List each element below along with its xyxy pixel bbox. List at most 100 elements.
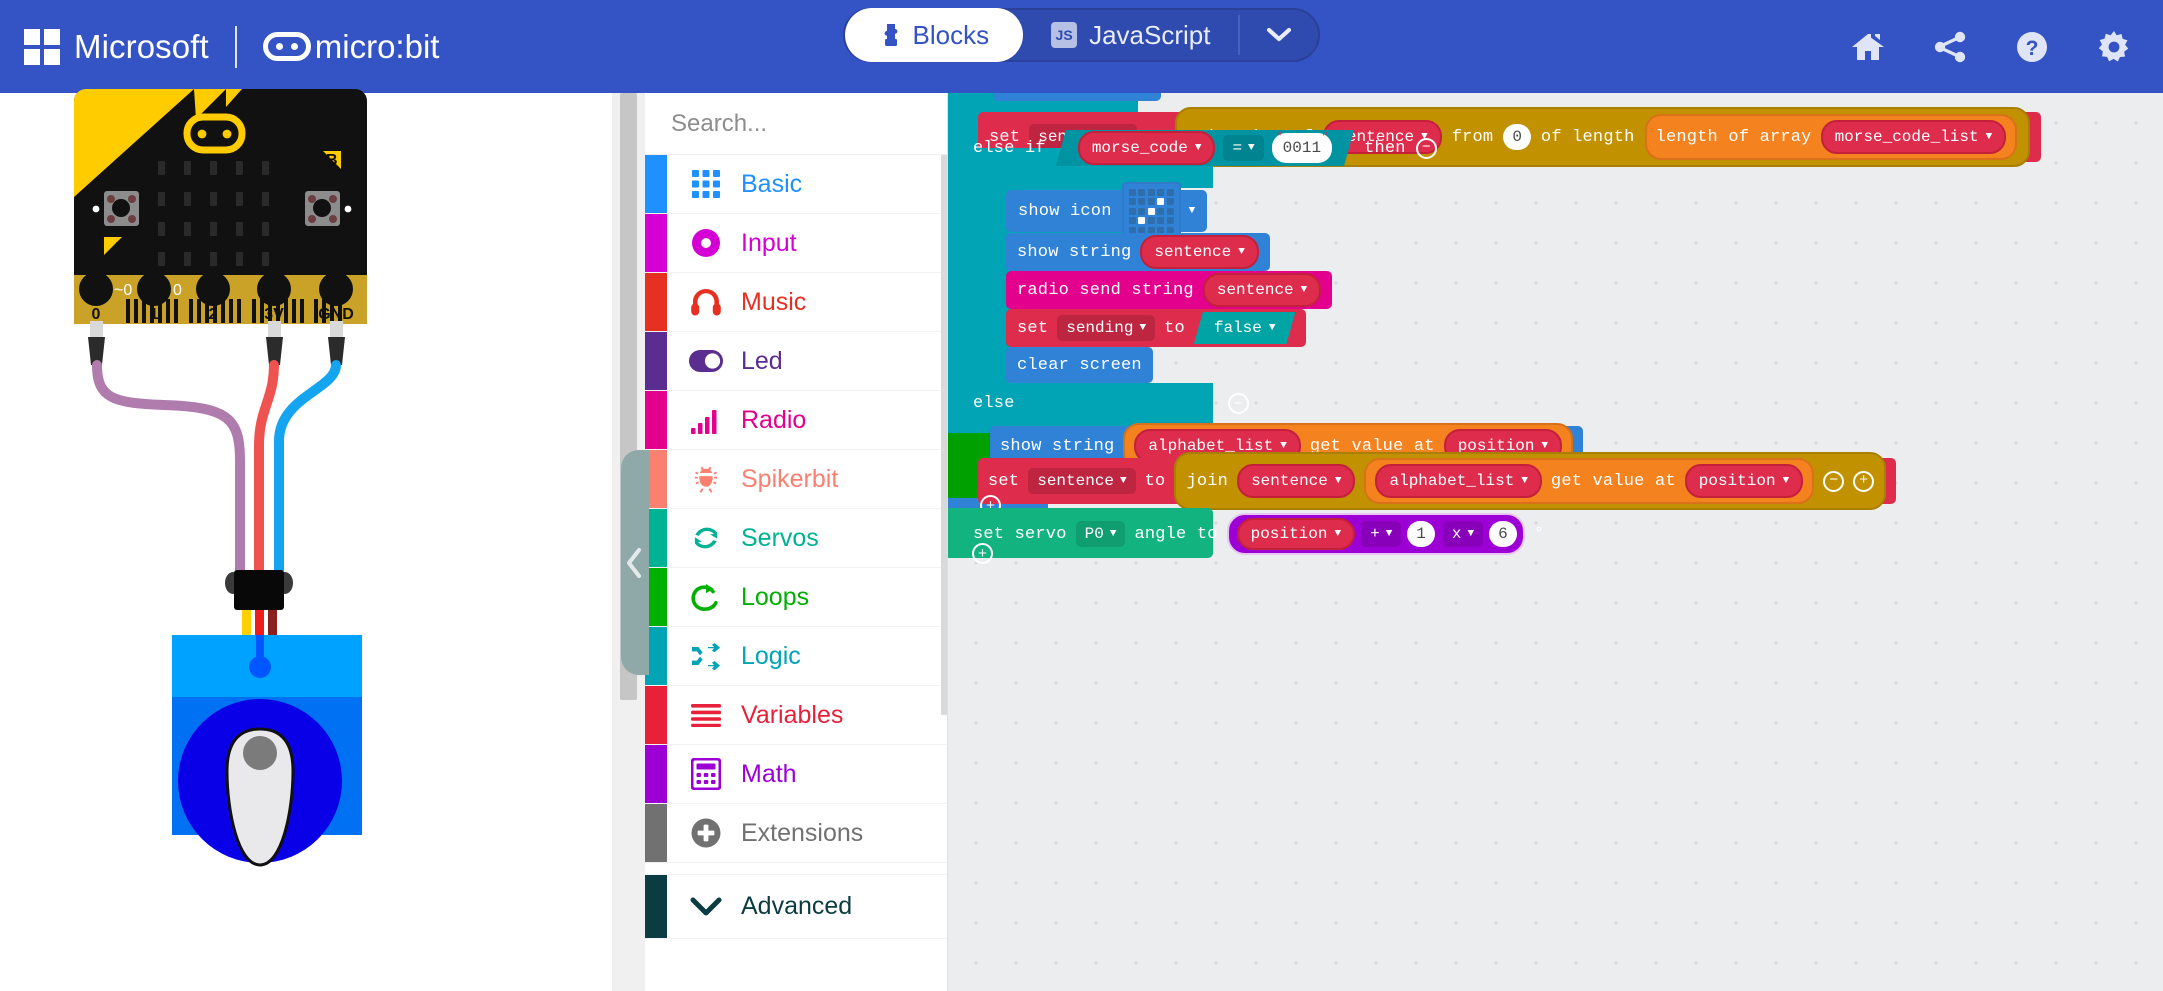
toolbox-category-loops[interactable]: Loops	[645, 568, 947, 627]
variable-dropdown-sentence[interactable]: sentence ▼	[1202, 273, 1322, 307]
boolean-false-dropdown[interactable]: false ▼	[1194, 312, 1296, 344]
question-circle-icon[interactable]: ?	[2013, 28, 2051, 66]
from-value-input[interactable]: 0	[1503, 124, 1531, 150]
variable-dropdown-sentence[interactable]: sentence ▼	[1237, 464, 1356, 498]
toolbox-category-music[interactable]: Music	[645, 273, 947, 332]
tab-blocks[interactable]: Blocks	[844, 8, 1024, 62]
block-radio-send-string[interactable]: radio send string sentence ▼	[1006, 271, 1333, 309]
multiply-operator-dropdown[interactable]: x ▼	[1442, 521, 1484, 547]
search-input[interactable]	[671, 109, 947, 138]
category-label: Logic	[741, 641, 801, 670]
share-icon[interactable]	[1931, 28, 1969, 66]
toolbox-category-logic[interactable]: Logic	[645, 627, 947, 686]
toolbox-category-spikerbit[interactable]: Spikerbit	[645, 450, 947, 509]
language-dropdown-button[interactable]	[1240, 27, 1318, 43]
reporter-join[interactable]: join sentence ▼ alphabet_list ▼ get valu…	[1174, 452, 1887, 510]
block-set-sending-false[interactable]: set sending ▼ to false ▼	[1006, 309, 1307, 347]
block-clear-screen[interactable]: clear screen	[1006, 347, 1153, 383]
toolbox-category-radio[interactable]: Radio	[645, 391, 947, 450]
block-else-branch-row[interactable]: else	[973, 392, 1015, 414]
join-label: join	[1186, 471, 1229, 491]
plus-circle-icon-loop-bottom[interactable]: +	[972, 543, 993, 564]
reporter-get-value-at[interactable]: alphabet_list ▼ get value at position ▼	[1364, 458, 1815, 504]
add-value-input[interactable]: 1	[1407, 521, 1435, 547]
block-else-if-row[interactable]: else if morse_code ▼ = ▼ " 0011 " then −	[973, 127, 1437, 169]
led-cell	[1138, 217, 1146, 224]
to-label: to	[1164, 318, 1185, 338]
microbit-face-icon	[262, 32, 311, 61]
toolbox-category-basic[interactable]: Basic	[645, 155, 947, 214]
category-color-strip	[645, 391, 667, 449]
variable-dropdown-alphabet-list[interactable]: alphabet_list ▼	[1375, 464, 1542, 498]
servo-body	[172, 635, 362, 867]
toolbox-scrollbar[interactable]	[941, 155, 947, 715]
boolean-comparison[interactable]: morse_code ▼ = ▼ " 0011 "	[1056, 130, 1354, 166]
variable-dropdown-position[interactable]: position ▼	[1236, 518, 1356, 550]
toolbox-category-advanced[interactable]: Advanced	[645, 875, 947, 939]
toolbox-category-extensions[interactable]: Extensions	[645, 804, 947, 863]
minus-circle-icon[interactable]: −	[1823, 470, 1845, 492]
simulator-pane: A B 0 1 2 3V GND ~0 0	[0, 89, 612, 991]
button-b	[305, 191, 340, 226]
chevron-down-icon: ▼	[1194, 141, 1202, 154]
variable-dropdown-sending[interactable]: sending ▼	[1057, 315, 1156, 341]
gear-icon[interactable]	[2095, 28, 2133, 66]
editor-mode-tabs: Blocks JS JavaScript	[842, 8, 1321, 62]
variable-dropdown-sentence[interactable]: sentence ▼	[1140, 235, 1259, 269]
multiply-value-input[interactable]: 6	[1489, 521, 1517, 547]
category-label: Math	[741, 759, 797, 788]
minus-circle-icon[interactable]: −	[1228, 393, 1249, 414]
microbit-simulator-board[interactable]: A B 0 1 2 3V GND ~0 0	[74, 89, 574, 909]
toolbox-category-variables[interactable]: Variables	[645, 686, 947, 745]
brand: Microsoft micro:bit	[24, 25, 439, 68]
variable-dropdown-sentence[interactable]: sentence ▼	[1028, 468, 1136, 494]
toolbox-category-servos[interactable]: Servos	[645, 509, 947, 568]
blocks-workspace[interactable]: set sentence ▼ to substring of sentence …	[948, 93, 2163, 991]
category-label: Advanced	[741, 892, 853, 920]
angle-to-label: angle to	[1134, 524, 1218, 544]
svg-text:~0: ~0	[114, 282, 132, 299]
toolbox-search-row	[645, 93, 947, 155]
block-set-servo[interactable]: set servo P0 ▼ angle to position ▼ + ▼ 1…	[973, 513, 1544, 555]
shuffle-icon	[689, 639, 723, 673]
home-icon[interactable]	[1849, 28, 1887, 66]
string-input-0011[interactable]: " 0011 "	[1272, 133, 1332, 163]
operator-dropdown[interactable]: = ▼	[1223, 135, 1263, 161]
microbit-logo: micro:bit	[262, 28, 439, 66]
chevron-down-icon: ▼	[1120, 474, 1127, 487]
toolbox-category-led[interactable]: Led	[645, 332, 947, 391]
reporter-add[interactable]: position ▼ + ▼ 1	[1234, 518, 1437, 550]
category-label: Variables	[741, 700, 844, 729]
variable-dropdown-position[interactable]: position ▼	[1684, 464, 1804, 498]
variable-dropdown-morse-code-list[interactable]: morse_code_list ▼	[1820, 120, 2007, 154]
sync-icon	[689, 521, 723, 555]
variable-dropdown-morse-code[interactable]: morse_code ▼	[1078, 131, 1216, 165]
block-show-string-sentence[interactable]: show string sentence ▼	[1006, 233, 1270, 271]
clear-screen-label: clear screen	[1017, 355, 1142, 375]
target-icon	[689, 226, 723, 260]
tab-javascript[interactable]: JS JavaScript	[1023, 8, 1238, 62]
to-label: to	[1144, 471, 1166, 491]
toolbox-category-input[interactable]: Input	[645, 214, 947, 273]
chevron-down-icon	[689, 890, 723, 924]
add-operator-dropdown[interactable]: + ▼	[1361, 521, 1402, 547]
servo-pin-dropdown[interactable]: P0 ▼	[1075, 521, 1126, 547]
block-show-icon[interactable]: show icon ▼	[1006, 181, 1208, 241]
show-icon-label: show icon	[1018, 201, 1112, 221]
category-color-strip	[645, 273, 667, 331]
chevron-down-icon: ▼	[1334, 474, 1342, 487]
led-cell	[1128, 207, 1136, 215]
led-cell	[1138, 198, 1146, 205]
led-pattern-dropdown[interactable]: ▼	[1121, 181, 1195, 241]
led-cell	[1147, 198, 1155, 205]
toolbox-category-math[interactable]: Math	[645, 745, 947, 804]
block-show-icon-top-partial[interactable]	[993, 93, 1161, 101]
category-color-strip	[645, 875, 667, 938]
reporter-length-of-array[interactable]: length of array morse_code_list ▼	[1644, 114, 2018, 160]
grid-icon	[689, 167, 723, 201]
minus-circle-icon[interactable]: −	[1415, 137, 1437, 159]
plus-circle-icon[interactable]: +	[1853, 470, 1875, 492]
toolbox-collapse-handle[interactable]	[621, 450, 649, 675]
reporter-multiply[interactable]: position ▼ + ▼ 1 x ▼ 6	[1226, 513, 1525, 555]
block-set-sentence-join[interactable]: set sentence ▼ to join sentence ▼ alphab…	[978, 452, 1897, 510]
